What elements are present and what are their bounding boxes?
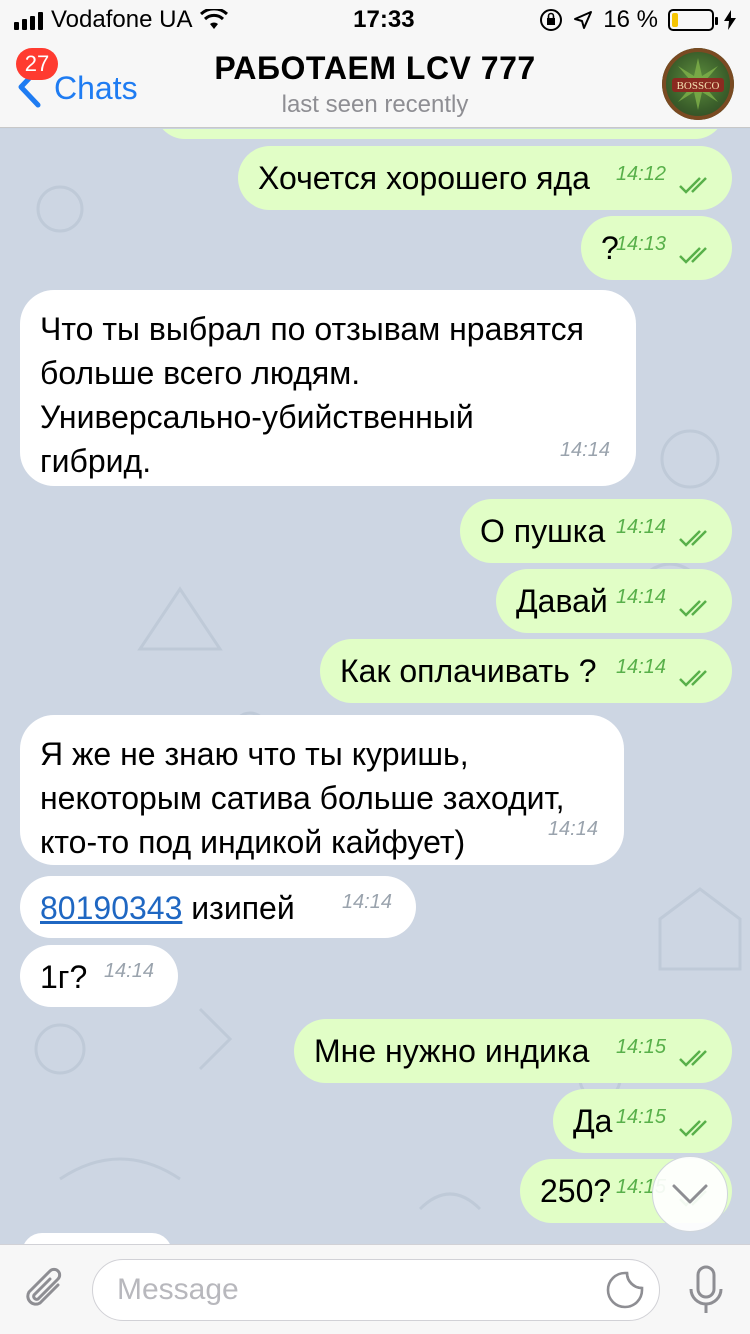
message-line: Я же не знаю что ты куришь,: [40, 736, 469, 772]
status-right: 16 %: [539, 6, 736, 34]
carrier-label: Vodafone UA: [51, 6, 193, 33]
double-check-icon: [679, 530, 707, 547]
message-bubble[interactable]: Давай 14:14: [496, 569, 732, 633]
double-check-icon: [679, 177, 707, 194]
message-bubble[interactable]: Что ты выбрал по отзывам нравятся больше…: [20, 290, 636, 486]
location-arrow-icon: [574, 11, 593, 29]
message-time: 14:14: [341, 891, 392, 913]
chat-history[interactable]: Хочется хорошего яда 14:12 ? 14:13 Что т…: [0, 129, 750, 1244]
message-text: Хочется хорошего яда: [258, 160, 590, 196]
lock-rotation-icon: [540, 9, 563, 31]
double-check-icon: [679, 1120, 707, 1137]
message-text: Да: [573, 1103, 613, 1139]
message-text: 250?: [540, 1173, 612, 1209]
message-bubble[interactable]: Как оплачивать ? 14:14: [320, 639, 732, 703]
message-field[interactable]: [92, 1259, 660, 1321]
message-time: 14:14: [615, 516, 666, 538]
message-bubble[interactable]: 1г? 14:14: [20, 945, 178, 1007]
message-bubble-partial: [155, 129, 725, 139]
clock: 17:33: [353, 6, 415, 33]
message-line: Что ты выбрал по отзывам нравятся: [40, 311, 584, 347]
chat-header[interactable]: РАБОТАЕМ LCV 777 last seen recently: [0, 50, 750, 119]
message-text: Давай: [516, 583, 608, 619]
chevron-down-icon: [672, 1184, 708, 1204]
message-text: 1г?: [40, 959, 88, 995]
signal-icon: [14, 10, 43, 30]
message-text: Мне нужно индика: [314, 1033, 590, 1069]
message-time: 14:14: [103, 960, 154, 982]
message-bubble[interactable]: Я же не знаю что ты куришь, некоторым са…: [20, 715, 624, 865]
message-bubble-partial: [22, 1233, 172, 1244]
avatar-image: BOSSCO: [662, 48, 734, 120]
message-input[interactable]: [117, 1273, 577, 1307]
double-check-icon: [679, 1050, 707, 1067]
message-time: 14:12: [615, 163, 666, 185]
phone-link[interactable]: 80190343: [40, 890, 182, 926]
message-bubble[interactable]: ? 14:13: [581, 216, 732, 280]
message-bubble[interactable]: О пушка 14:14: [460, 499, 732, 563]
message-time: 14:14: [615, 586, 666, 608]
sticker-icon[interactable]: [605, 1270, 645, 1310]
battery-icon: [667, 9, 718, 31]
message-time: 14:14: [615, 656, 666, 678]
message-text: О пушка: [480, 513, 606, 549]
chat-title: РАБОТАЕМ LCV 777: [214, 50, 536, 86]
double-check-icon: [679, 670, 707, 687]
scroll-down-button[interactable]: [652, 1156, 728, 1232]
chat-subtitle: last seen recently: [281, 91, 469, 118]
message-time: 14:14: [547, 818, 598, 840]
microphone-icon[interactable]: [686, 1263, 726, 1319]
battery-percent: 16 %: [603, 6, 658, 33]
message-time: 14:14: [559, 439, 610, 461]
avatar-text: BOSSCO: [677, 80, 720, 92]
message-time: 14:15: [615, 1036, 666, 1058]
charging-icon: [723, 10, 736, 30]
message-bubble[interactable]: Хочется хорошего яда 14:12: [238, 146, 732, 210]
message-line: больше всего людям.: [40, 355, 361, 391]
message-line: некоторым сатива больше заходит,: [40, 780, 565, 816]
message-text: изипей: [182, 890, 295, 926]
battery-fill: [671, 13, 679, 27]
status-bar: Vodafone UA 17:33 16 %: [0, 0, 750, 40]
message-line: кто-то под индикой кайфует): [40, 824, 466, 860]
message-bubble[interactable]: 80190343 изипей 14:14: [20, 876, 416, 938]
message-line: Универсально-убийственный: [40, 399, 474, 435]
message-text: Как оплачивать ?: [340, 653, 597, 689]
double-check-icon: [679, 247, 707, 264]
input-bar: [0, 1244, 750, 1334]
message-bubble[interactable]: Да 14:15: [553, 1089, 732, 1153]
avatar[interactable]: BOSSCO: [662, 48, 734, 120]
wifi-icon: [200, 9, 229, 29]
message-time: 14:13: [615, 233, 666, 255]
paperclip-icon[interactable]: [20, 1265, 70, 1315]
nav-bar: Chats 27 РАБОТАЕМ LCV 777 last seen rece…: [0, 40, 750, 128]
message-line: гибрид.: [40, 443, 152, 479]
message-time: 14:15: [615, 1106, 666, 1128]
double-check-icon: [679, 600, 707, 617]
status-left: Vodafone UA: [14, 6, 229, 34]
message-bubble[interactable]: Мне нужно индика 14:15: [294, 1019, 732, 1083]
